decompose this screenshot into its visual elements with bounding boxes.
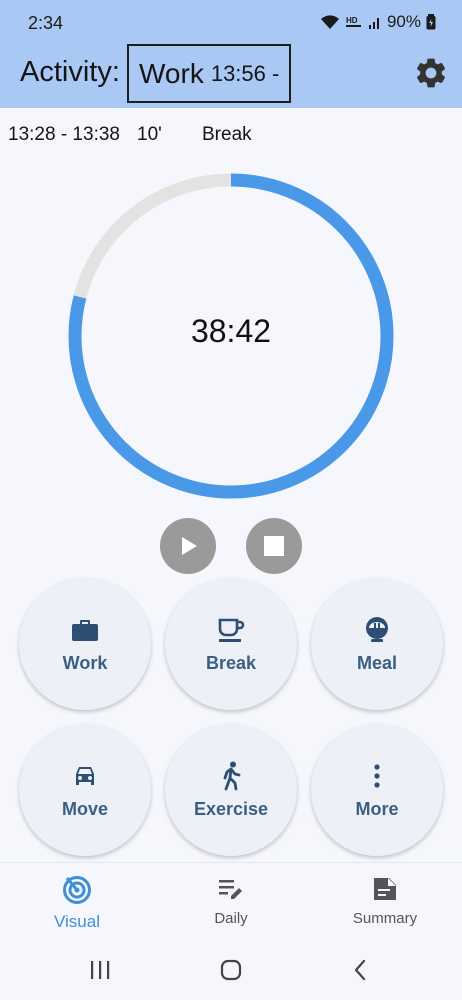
top-app-bar: 2:34 HD 90% Activity: Work 13:56 - [0,0,462,108]
edit-list-icon [219,880,242,899]
activity-button-meal[interactable]: Meal [311,578,443,710]
gear-icon[interactable] [413,55,449,91]
activity-label: Activity: [20,56,120,88]
recents-icon[interactable] [85,958,115,982]
activity-button-exercise[interactable]: Exercise [165,724,297,856]
hd-voice-icon: HD [345,16,361,27]
nav-label-summary: Summary [352,910,418,927]
stop-button[interactable] [246,518,302,574]
activity-label-exercise: Exercise [193,798,269,819]
wifi-icon [320,15,339,29]
activity-button-more[interactable]: More [311,724,443,856]
status-icons: HD 90% [320,12,436,32]
battery-icon [426,14,436,30]
previous-duration: 10' [137,124,162,145]
nav-item-daily[interactable]: Daily [161,875,301,927]
previous-activity: Break [202,124,252,145]
rice-bowl-icon [362,615,392,645]
nav-item-summary[interactable]: Summary [315,875,455,927]
current-activity-box[interactable]: Work 13:56 - [127,44,291,103]
activity-label-break: Break [205,652,257,673]
radar-icon [63,876,91,904]
battery-percent: 90% [386,12,421,31]
briefcase-icon [70,615,100,645]
activity-label-work: Work [62,652,108,673]
home-icon[interactable] [216,958,246,982]
previous-time-range: 13:28 - 13:38 [8,124,120,145]
stop-icon [264,536,284,556]
activity-label-move: Move [61,798,108,819]
nav-label-daily: Daily [214,910,248,927]
system-navigation-bar [0,940,462,1000]
activity-button-break[interactable]: Break [165,578,297,710]
activity-label-more: More [355,798,399,819]
timer-display: 38:42 [190,313,272,349]
back-icon[interactable] [345,958,375,982]
play-icon [182,537,197,555]
more-vertical-icon [362,761,392,791]
bottom-navigation: Visual Daily Summary [0,862,462,940]
current-activity-name: Work [139,57,204,89]
current-activity-start: 13:56 - [210,60,280,86]
nav-label-visual: Visual [54,912,100,931]
coffee-icon [216,615,246,645]
svg-text:HD: HD [346,16,358,25]
note-icon [374,878,396,900]
signal-icon [368,18,379,29]
walking-icon [216,761,246,791]
nav-item-visual[interactable]: Visual [7,875,147,932]
status-time: 2:34 [28,13,64,33]
car-icon [70,761,100,791]
activity-label-meal: Meal [356,652,398,673]
activity-button-move[interactable]: Move [19,724,151,856]
play-button[interactable] [160,518,216,574]
activity-button-work[interactable]: Work [19,578,151,710]
